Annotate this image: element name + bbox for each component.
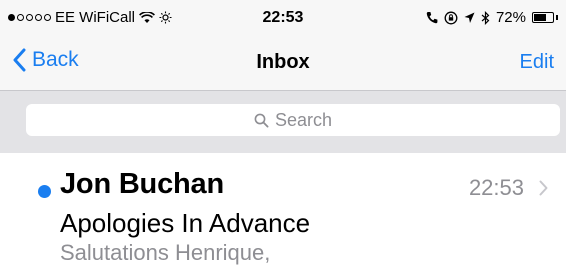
call-icon xyxy=(426,12,438,24)
list-item[interactable]: Jon Buchan 22:53 Apologies In Advance Sa… xyxy=(0,153,566,265)
search-icon xyxy=(254,113,269,127)
battery-tip xyxy=(556,15,558,20)
chevron-right-icon xyxy=(539,180,548,196)
top-chrome: EE WiFiCall 22:53 72% Back Inbox Edit xyxy=(0,0,566,90)
navigation-bar: Back Inbox Edit xyxy=(0,36,566,90)
edit-button[interactable]: Edit xyxy=(520,51,554,74)
battery-level-fill xyxy=(534,14,546,21)
bluetooth-icon xyxy=(481,10,490,25)
message-sender: Jon Buchan xyxy=(60,168,224,200)
page-title: Inbox xyxy=(256,51,310,73)
status-right: 72% xyxy=(426,9,558,26)
search-input[interactable]: Search xyxy=(26,104,560,136)
search-bar-container: Search xyxy=(0,91,566,153)
message-preview: Salutations Henrique, xyxy=(60,240,271,265)
battery-percentage: 72% xyxy=(495,9,526,26)
battery-icon xyxy=(532,12,554,23)
search-placeholder: Search xyxy=(274,109,333,130)
unread-indicator-icon xyxy=(38,185,51,198)
message-subject: Apologies In Advance xyxy=(60,208,311,238)
lock-rotation-icon xyxy=(444,11,458,24)
location-icon xyxy=(464,12,475,23)
status-bar: EE WiFiCall 22:53 72% xyxy=(0,0,566,36)
message-time: 22:53 xyxy=(468,175,524,200)
